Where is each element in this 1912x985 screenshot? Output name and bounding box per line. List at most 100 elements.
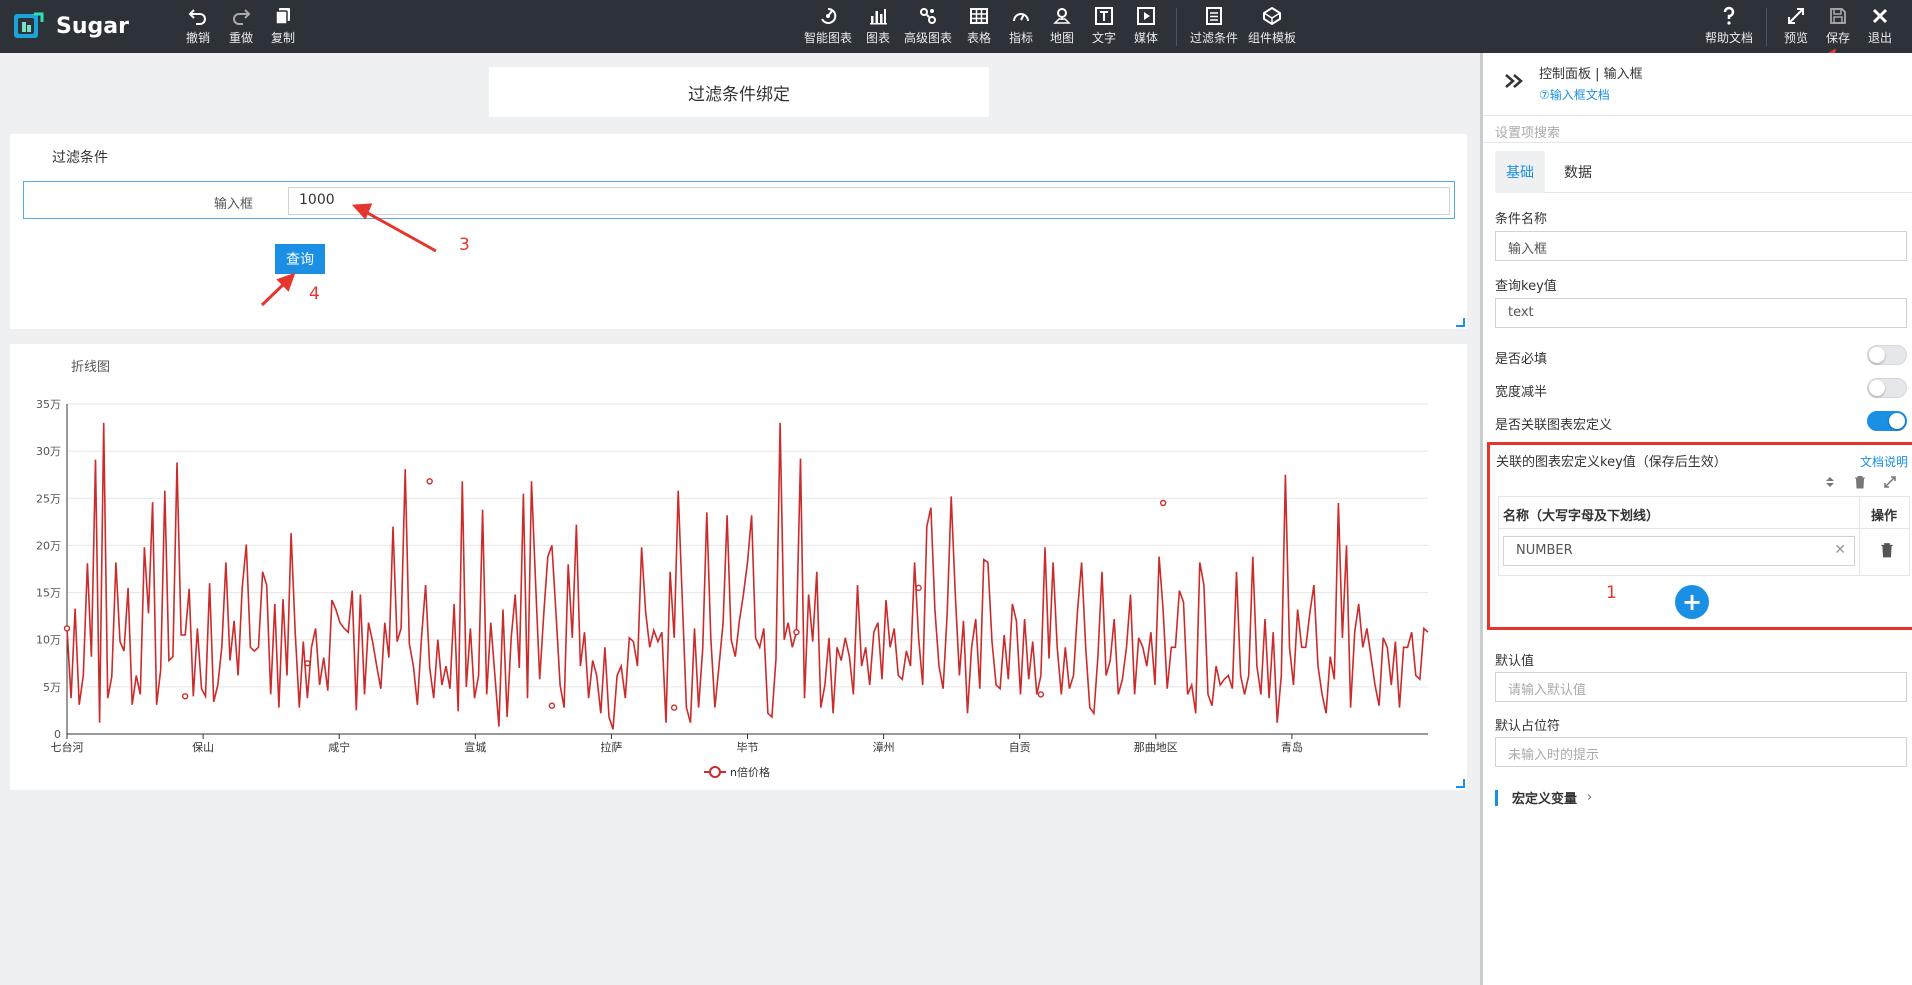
app-logo[interactable]: Sugar	[12, 10, 129, 42]
save-button[interactable]: 保存	[1826, 6, 1850, 46]
line-chart-panel[interactable]: 折线图 0 5万 10万 15万 20万 25万 30万 35万 七台河 保山 咸宁 宣城 拉萨 毕节漳…	[10, 344, 1467, 790]
text-button[interactable]: 文字	[1092, 6, 1116, 46]
table-label: 表格	[967, 31, 992, 45]
add-row-button[interactable]: +	[1675, 585, 1709, 619]
expand-icon[interactable]	[1883, 475, 1897, 489]
macro-doc-link[interactable]: 文档说明	[1860, 453, 1908, 470]
trash-icon[interactable]	[1853, 475, 1867, 489]
required-toggle[interactable]	[1867, 345, 1907, 365]
data-point-marker	[670, 704, 678, 711]
macro-key-table: 名称（大写字母及下划线） 操作 NUMBER ✕	[1498, 496, 1910, 576]
default-value-input[interactable]: 请输入默认值	[1495, 672, 1907, 702]
delete-row-icon[interactable]	[1879, 542, 1895, 558]
y-axis-ticks: 0 5万 10万 15万 20万 25万 30万 35万	[36, 398, 61, 741]
collapse-panel-icon[interactable]	[1503, 70, 1525, 92]
control-panel-header: 控制面板 | 输入框 ⑦输入框文档	[1503, 63, 1643, 103]
y-tick-label: 15万	[36, 587, 61, 600]
x-tick-label: 咸宁	[328, 740, 350, 754]
chart-label: 图表	[866, 31, 891, 45]
top-toolbar: Sugar 撤销 重做 复制 智能图表 图表 高级图表 表格 指标 地图 文字	[0, 0, 1912, 53]
y-tick-label: 30万	[36, 445, 61, 458]
input-doc-link[interactable]: ⑦输入框文档	[1539, 86, 1643, 103]
annotation-number-1: 1	[1606, 583, 1617, 603]
data-point-marker	[181, 693, 189, 700]
map-pin-icon	[1053, 8, 1071, 24]
x-tick-label: 拉萨	[600, 740, 622, 754]
help-doc-label: 帮助文档	[1705, 31, 1754, 45]
copy-button[interactable]: 复制	[271, 6, 295, 46]
x-tick-label: 那曲地区	[1134, 741, 1178, 754]
query-key-label: 查询key值	[1495, 279, 1557, 294]
default-placeholder-label: 默认占位符	[1495, 719, 1561, 734]
macro-variable-section[interactable]: 宏定义变量 ›	[1495, 788, 1592, 807]
macro-key-input[interactable]: NUMBER ✕	[1503, 536, 1855, 566]
data-point-marker	[426, 478, 433, 485]
indicator-button[interactable]: 指标	[1009, 6, 1033, 46]
filter-icon	[1206, 7, 1222, 25]
smart-chart-icon	[821, 7, 837, 24]
filter-condition-button[interactable]: 过滤条件	[1190, 6, 1238, 46]
toggle-knob	[1869, 347, 1885, 363]
filter-input-label: 输入框	[214, 197, 254, 212]
tab-data[interactable]: 数据	[1545, 151, 1611, 193]
media-button[interactable]: 媒体	[1134, 6, 1158, 46]
query-key-input[interactable]: text	[1495, 298, 1907, 328]
series-line	[66, 422, 1429, 730]
page-title[interactable]: 过滤条件绑定	[489, 67, 989, 117]
filter-condition-label: 过滤条件	[1190, 31, 1239, 45]
clear-input-icon[interactable]: ✕	[1834, 542, 1846, 558]
data-point-marker	[1037, 691, 1045, 698]
filter-panel[interactable]: 过滤条件 输入框 1000 查询	[10, 134, 1467, 329]
resize-handle[interactable]	[1456, 318, 1465, 327]
redo-button[interactable]: 重做	[229, 6, 253, 46]
indicator-label: 指标	[1009, 31, 1034, 45]
advanced-chart-icon	[920, 8, 936, 24]
y-tick-label: 25万	[36, 492, 61, 505]
settings-tabs: 基础 数据	[1495, 151, 1912, 193]
annotation-number-3: 3	[459, 235, 470, 255]
y-tick-label: 0	[54, 728, 61, 741]
link-macro-toggle[interactable]	[1867, 411, 1907, 431]
preview-label: 预览	[1784, 31, 1809, 45]
close-icon	[1872, 8, 1888, 24]
condition-name-label: 条件名称	[1495, 212, 1548, 227]
filter-panel-title: 过滤条件	[52, 150, 108, 166]
condition-name-input[interactable]: 输入框	[1495, 231, 1907, 261]
half-width-toggle[interactable]	[1867, 378, 1907, 398]
y-tick-label: 5万	[43, 681, 61, 694]
settings-search-input[interactable]: 设置项搜索	[1483, 115, 1912, 143]
exit-button[interactable]: 退出	[1868, 6, 1892, 46]
default-value-label: 默认值	[1495, 654, 1535, 669]
filter-text-input[interactable]: 1000	[288, 187, 1450, 215]
component-template-button[interactable]: 组件模板	[1248, 6, 1296, 46]
resize-handle[interactable]	[1456, 779, 1465, 788]
preview-button[interactable]: 预览	[1784, 6, 1808, 46]
table-button[interactable]: 表格	[967, 6, 991, 46]
advanced-chart-button[interactable]: 高级图表	[904, 6, 952, 46]
chevron-right-icon: ›	[1587, 790, 1593, 805]
undo-button[interactable]: 撤销	[186, 6, 210, 46]
query-button[interactable]: 查询	[275, 244, 325, 274]
default-placeholder-input[interactable]: 未输入时的提示	[1495, 737, 1907, 767]
copy-icon	[275, 8, 290, 25]
macro-variable-label: 宏定义变量	[1512, 792, 1578, 807]
media-label: 媒体	[1134, 31, 1159, 45]
col-action-header: 操作	[1871, 509, 1898, 524]
required-label: 是否必填	[1495, 352, 1548, 367]
map-button[interactable]: 地图	[1050, 6, 1074, 46]
tab-basic[interactable]: 基础	[1495, 151, 1545, 193]
chart-button[interactable]: 图表	[866, 6, 890, 46]
column-divider	[1859, 497, 1860, 575]
y-tick-label: 10万	[36, 634, 61, 647]
component-template-label: 组件模板	[1248, 31, 1297, 45]
advanced-chart-label: 高级图表	[904, 31, 953, 45]
y-tick-label: 35万	[36, 398, 61, 411]
half-width-label: 宽度减半	[1495, 385, 1548, 400]
x-tick-label: 七台河	[51, 740, 84, 754]
preview-icon	[1788, 8, 1804, 24]
smart-chart-label: 智能图表	[804, 31, 853, 45]
filter-input-row[interactable]: 输入框 1000	[23, 181, 1455, 219]
help-doc-button[interactable]: 帮助文档	[1705, 6, 1753, 46]
smart-chart-button[interactable]: 智能图表	[804, 6, 852, 46]
sort-icon[interactable]	[1823, 475, 1837, 489]
